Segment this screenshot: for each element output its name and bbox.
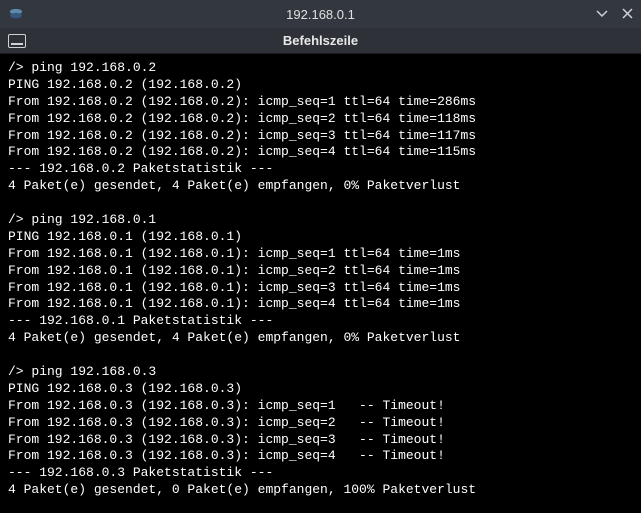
window-title: 192.168.0.1 bbox=[286, 7, 355, 22]
titlebar: 192.168.0.1 bbox=[0, 0, 641, 28]
terminal-line: From 192.168.0.1 (192.168.0.1): icmp_seq… bbox=[8, 246, 460, 261]
terminal-line: From 192.168.0.1 (192.168.0.1): icmp_seq… bbox=[8, 296, 460, 311]
terminal-line: From 192.168.0.1 (192.168.0.1): icmp_seq… bbox=[8, 263, 460, 278]
terminal-line: From 192.168.0.3 (192.168.0.3): icmp_seq… bbox=[8, 398, 445, 413]
minimize-icon[interactable] bbox=[596, 7, 608, 21]
terminal-line: From 192.168.0.2 (192.168.0.2): icmp_seq… bbox=[8, 94, 476, 109]
terminal-icon bbox=[8, 34, 26, 48]
terminal-line: From 192.168.0.2 (192.168.0.2): icmp_seq… bbox=[8, 144, 476, 159]
window-controls bbox=[596, 7, 633, 21]
terminal-line: /> ping 192.168.0.1 bbox=[8, 212, 156, 227]
close-icon[interactable] bbox=[622, 7, 633, 21]
terminal-line: PING 192.168.0.1 (192.168.0.1) bbox=[8, 229, 242, 244]
terminal-line: 4 Paket(e) gesendet, 4 Paket(e) empfange… bbox=[8, 178, 460, 193]
terminal-line: From 192.168.0.2 (192.168.0.2): icmp_seq… bbox=[8, 111, 476, 126]
tab-bar: Befehlszeile bbox=[0, 28, 641, 54]
terminal-line: 4 Paket(e) gesendet, 4 Paket(e) empfange… bbox=[8, 330, 460, 345]
terminal-line: From 192.168.0.3 (192.168.0.3): icmp_seq… bbox=[8, 448, 445, 463]
terminal-line: From 192.168.0.1 (192.168.0.1): icmp_seq… bbox=[8, 280, 460, 295]
terminal-line: /> ping 192.168.0.2 bbox=[8, 60, 156, 75]
terminal-line: PING 192.168.0.2 (192.168.0.2) bbox=[8, 77, 242, 92]
tab-label: Befehlszeile bbox=[283, 33, 358, 48]
terminal-line: --- 192.168.0.3 Paketstatistik --- bbox=[8, 465, 273, 480]
terminal-line: From 192.168.0.3 (192.168.0.3): icmp_seq… bbox=[8, 432, 445, 447]
app-icon bbox=[8, 6, 24, 22]
terminal-line: PING 192.168.0.3 (192.168.0.3) bbox=[8, 381, 242, 396]
terminal-line: --- 192.168.0.2 Paketstatistik --- bbox=[8, 161, 273, 176]
terminal-line: From 192.168.0.3 (192.168.0.3): icmp_seq… bbox=[8, 415, 445, 430]
terminal-line: 4 Paket(e) gesendet, 0 Paket(e) empfange… bbox=[8, 482, 476, 497]
terminal-line: From 192.168.0.2 (192.168.0.2): icmp_seq… bbox=[8, 128, 476, 143]
terminal-output[interactable]: /> ping 192.168.0.2 PING 192.168.0.2 (19… bbox=[0, 54, 641, 513]
terminal-line: --- 192.168.0.1 Paketstatistik --- bbox=[8, 313, 273, 328]
terminal-line: /> ping 192.168.0.3 bbox=[8, 364, 156, 379]
